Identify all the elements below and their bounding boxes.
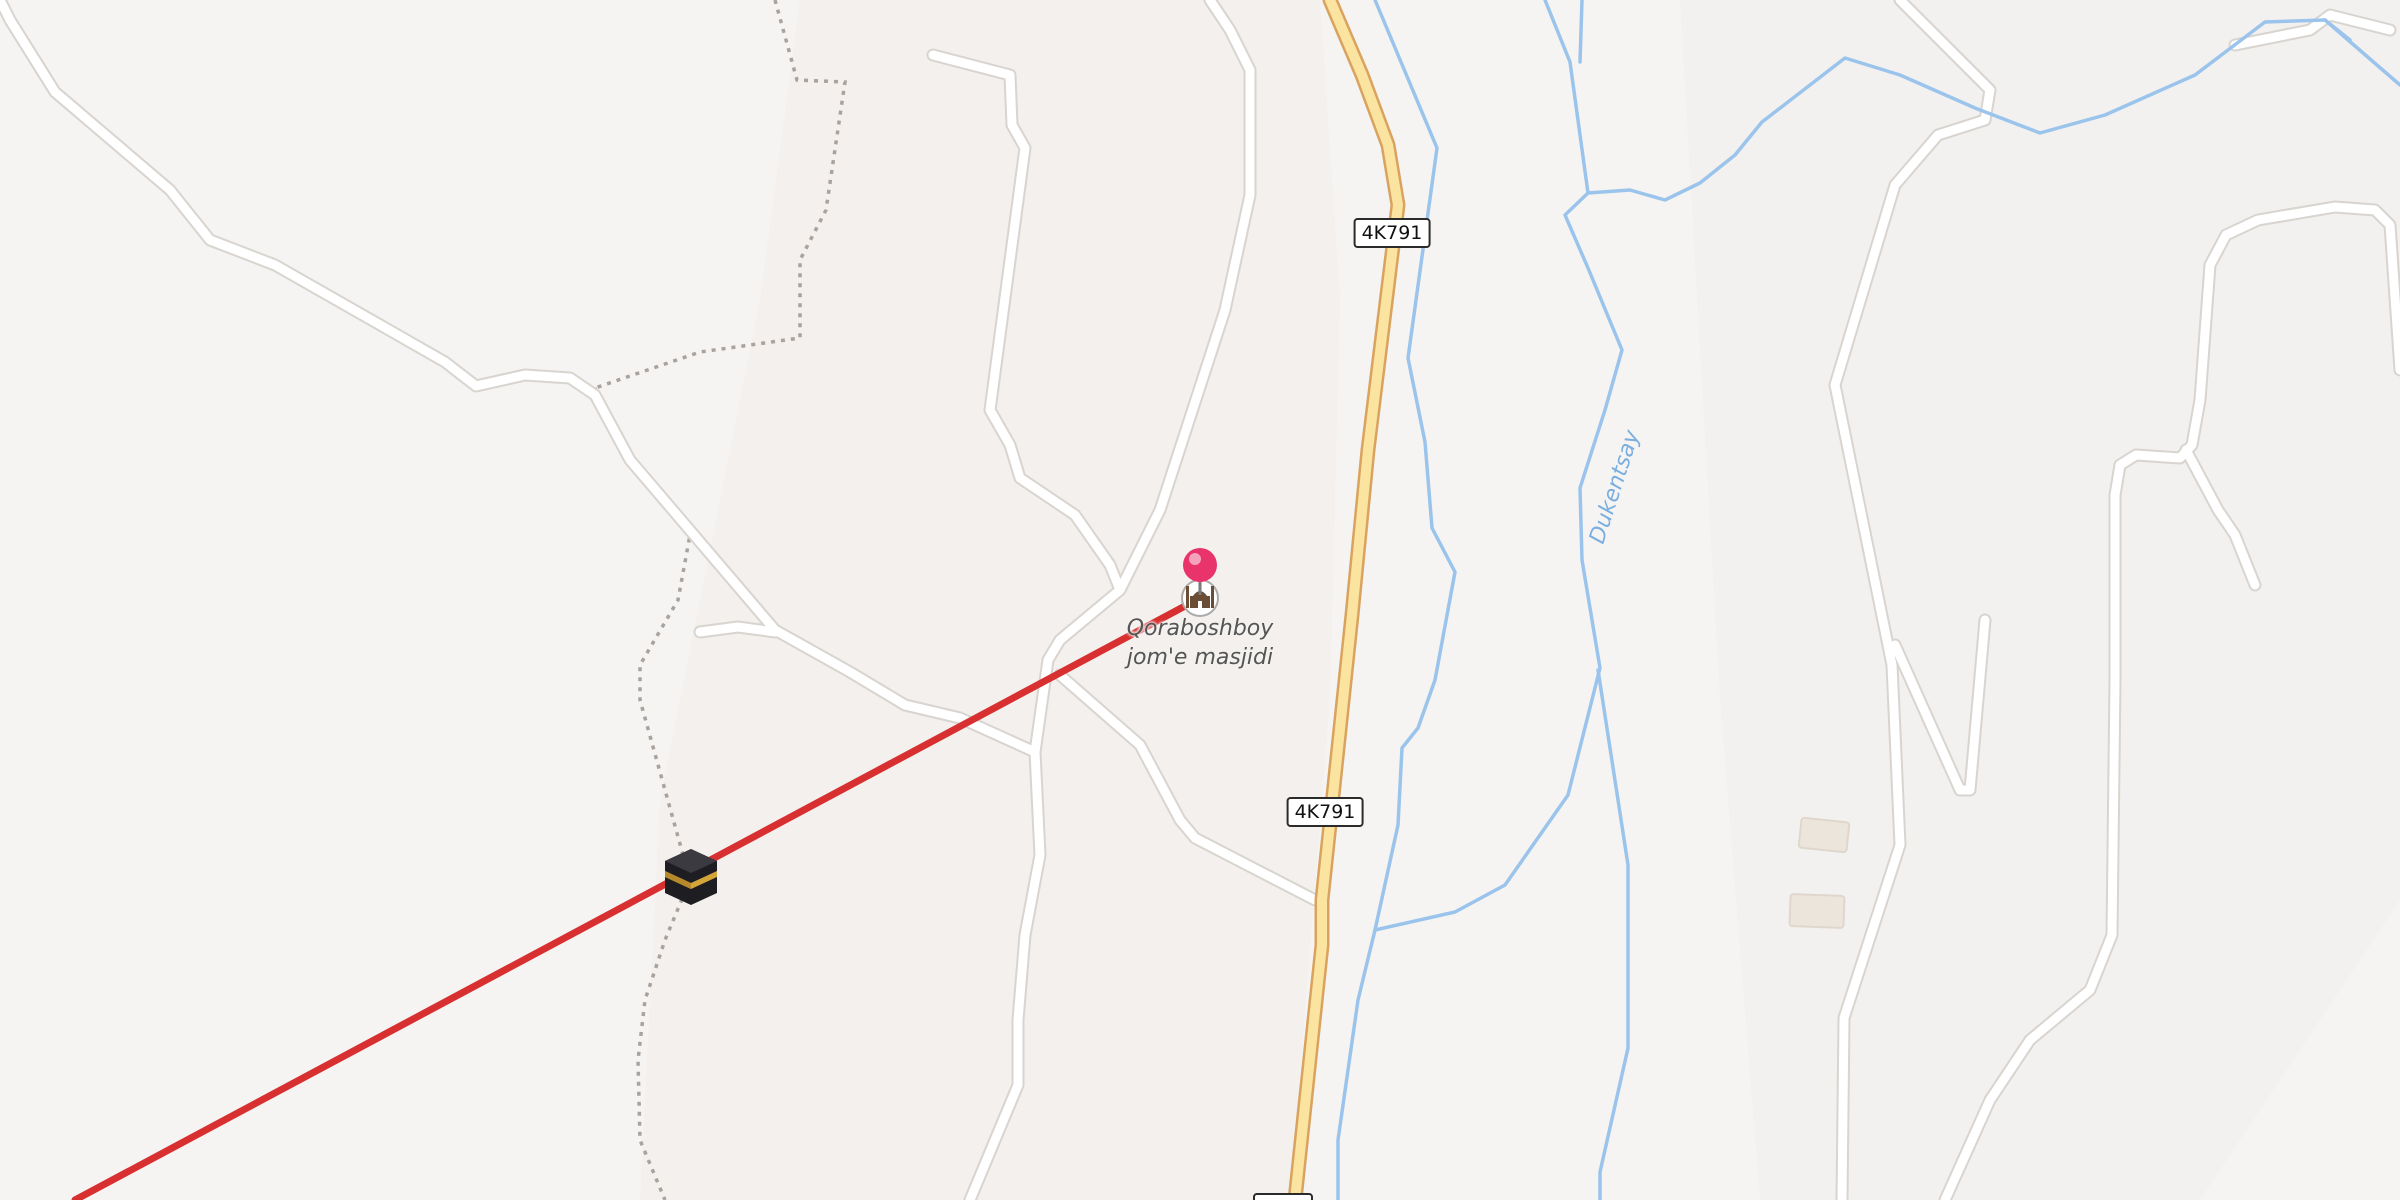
road-shield-4k791-edge <box>1253 1193 1313 1200</box>
kaaba-icon[interactable] <box>665 849 717 905</box>
map-view[interactable]: Dukentsay 4K791 4K791 Qoraboshboy jom'e … <box>0 0 2400 1200</box>
landuse-areas <box>640 0 2400 1200</box>
road-shield-4k791-north: 4K791 <box>1353 218 1431 248</box>
poi-label[interactable]: Qoraboshboy jom'e masjidi <box>1127 614 1274 672</box>
road-shield-4k791-south: 4K791 <box>1286 797 1364 827</box>
map-canvas[interactable]: Dukentsay <box>0 0 2400 1200</box>
poi-name-line-2: jom'e masjidi <box>1126 645 1274 670</box>
poi-name-line-1: Qoraboshboy <box>1126 616 1274 641</box>
